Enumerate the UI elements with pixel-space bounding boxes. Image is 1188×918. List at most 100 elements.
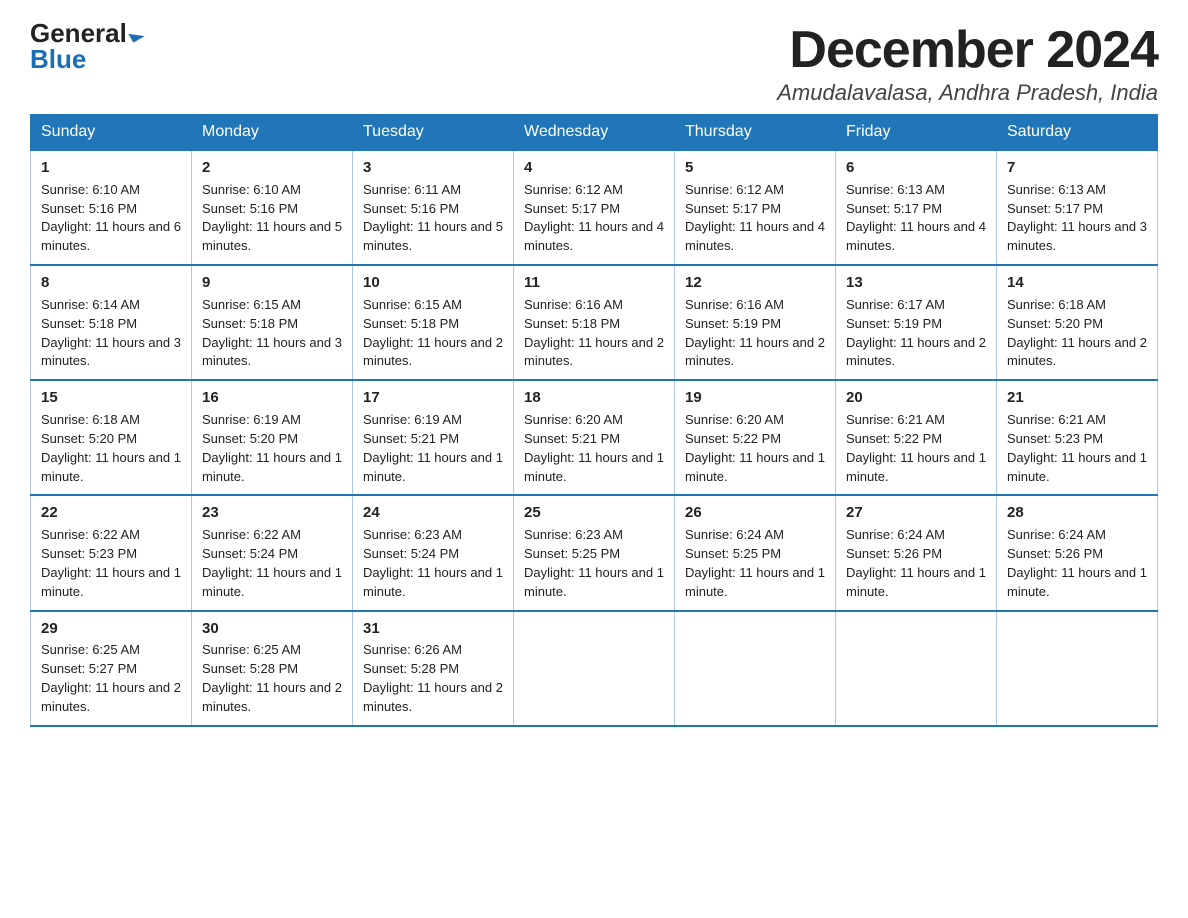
calendar-week-row: 22 Sunrise: 6:22 AM Sunset: 5:23 PM Dayl…	[31, 495, 1158, 610]
sunset-text: Sunset: 5:23 PM	[1007, 431, 1103, 446]
day-number: 20	[846, 387, 986, 409]
sunrise-text: Sunrise: 6:24 AM	[1007, 527, 1106, 542]
calendar-cell	[836, 611, 997, 726]
sunset-text: Sunset: 5:21 PM	[524, 431, 620, 446]
calendar-header-sunday: Sunday	[31, 115, 192, 151]
sunrise-text: Sunrise: 6:10 AM	[41, 182, 140, 197]
sunrise-text: Sunrise: 6:22 AM	[41, 527, 140, 542]
calendar-cell: 16 Sunrise: 6:19 AM Sunset: 5:20 PM Dayl…	[192, 380, 353, 495]
calendar-cell	[675, 611, 836, 726]
sunrise-text: Sunrise: 6:17 AM	[846, 297, 945, 312]
sunset-text: Sunset: 5:23 PM	[41, 546, 137, 561]
calendar-cell: 17 Sunrise: 6:19 AM Sunset: 5:21 PM Dayl…	[353, 380, 514, 495]
daylight-text: Daylight: 11 hours and 1 minute.	[685, 565, 825, 599]
day-number: 6	[846, 157, 986, 179]
calendar-cell: 11 Sunrise: 6:16 AM Sunset: 5:18 PM Dayl…	[514, 265, 675, 380]
calendar-header-tuesday: Tuesday	[353, 115, 514, 151]
sunrise-text: Sunrise: 6:25 AM	[41, 642, 140, 657]
day-number: 19	[685, 387, 825, 409]
sunset-text: Sunset: 5:21 PM	[363, 431, 459, 446]
calendar-cell: 15 Sunrise: 6:18 AM Sunset: 5:20 PM Dayl…	[31, 380, 192, 495]
sunset-text: Sunset: 5:26 PM	[1007, 546, 1103, 561]
sunset-text: Sunset: 5:19 PM	[846, 316, 942, 331]
calendar-cell: 10 Sunrise: 6:15 AM Sunset: 5:18 PM Dayl…	[353, 265, 514, 380]
logo-general-text: General	[30, 20, 127, 46]
day-number: 28	[1007, 502, 1147, 524]
page-header: General Blue December 2024 Amudalavalasa…	[30, 20, 1158, 106]
sunrise-text: Sunrise: 6:25 AM	[202, 642, 301, 657]
calendar-cell: 22 Sunrise: 6:22 AM Sunset: 5:23 PM Dayl…	[31, 495, 192, 610]
sunset-text: Sunset: 5:25 PM	[524, 546, 620, 561]
sunset-text: Sunset: 5:25 PM	[685, 546, 781, 561]
sunset-text: Sunset: 5:18 PM	[202, 316, 298, 331]
sunset-text: Sunset: 5:18 PM	[363, 316, 459, 331]
sunset-text: Sunset: 5:24 PM	[202, 546, 298, 561]
calendar-cell: 18 Sunrise: 6:20 AM Sunset: 5:21 PM Dayl…	[514, 380, 675, 495]
sunrise-text: Sunrise: 6:12 AM	[524, 182, 623, 197]
sunset-text: Sunset: 5:24 PM	[363, 546, 459, 561]
daylight-text: Daylight: 11 hours and 2 minutes.	[41, 680, 181, 714]
sunrise-text: Sunrise: 6:20 AM	[685, 412, 784, 427]
calendar-header-thursday: Thursday	[675, 115, 836, 151]
day-number: 3	[363, 157, 503, 179]
daylight-text: Daylight: 11 hours and 2 minutes.	[524, 335, 664, 369]
sunset-text: Sunset: 5:17 PM	[846, 201, 942, 216]
sunrise-text: Sunrise: 6:10 AM	[202, 182, 301, 197]
day-number: 18	[524, 387, 664, 409]
sunrise-text: Sunrise: 6:22 AM	[202, 527, 301, 542]
calendar-cell: 14 Sunrise: 6:18 AM Sunset: 5:20 PM Dayl…	[997, 265, 1158, 380]
sunrise-text: Sunrise: 6:16 AM	[685, 297, 784, 312]
sunrise-text: Sunrise: 6:16 AM	[524, 297, 623, 312]
sunrise-text: Sunrise: 6:26 AM	[363, 642, 462, 657]
calendar-header-wednesday: Wednesday	[514, 115, 675, 151]
sunrise-text: Sunrise: 6:13 AM	[1007, 182, 1106, 197]
calendar-cell: 24 Sunrise: 6:23 AM Sunset: 5:24 PM Dayl…	[353, 495, 514, 610]
daylight-text: Daylight: 11 hours and 1 minute.	[363, 565, 503, 599]
calendar-cell: 26 Sunrise: 6:24 AM Sunset: 5:25 PM Dayl…	[675, 495, 836, 610]
sunrise-text: Sunrise: 6:24 AM	[846, 527, 945, 542]
sunset-text: Sunset: 5:17 PM	[524, 201, 620, 216]
day-number: 15	[41, 387, 181, 409]
sunrise-text: Sunrise: 6:15 AM	[202, 297, 301, 312]
calendar-cell: 28 Sunrise: 6:24 AM Sunset: 5:26 PM Dayl…	[997, 495, 1158, 610]
sunrise-text: Sunrise: 6:15 AM	[363, 297, 462, 312]
daylight-text: Daylight: 11 hours and 1 minute.	[41, 565, 181, 599]
day-number: 23	[202, 502, 342, 524]
sunset-text: Sunset: 5:17 PM	[685, 201, 781, 216]
daylight-text: Daylight: 11 hours and 2 minutes.	[202, 680, 342, 714]
sunrise-text: Sunrise: 6:12 AM	[685, 182, 784, 197]
calendar-cell: 2 Sunrise: 6:10 AM Sunset: 5:16 PM Dayli…	[192, 150, 353, 265]
calendar-header-friday: Friday	[836, 115, 997, 151]
calendar-cell	[514, 611, 675, 726]
calendar-cell	[997, 611, 1158, 726]
day-number: 21	[1007, 387, 1147, 409]
daylight-text: Daylight: 11 hours and 4 minutes.	[524, 219, 664, 253]
calendar-cell: 13 Sunrise: 6:17 AM Sunset: 5:19 PM Dayl…	[836, 265, 997, 380]
day-number: 7	[1007, 157, 1147, 179]
calendar-cell: 4 Sunrise: 6:12 AM Sunset: 5:17 PM Dayli…	[514, 150, 675, 265]
daylight-text: Daylight: 11 hours and 1 minute.	[202, 565, 342, 599]
day-number: 29	[41, 618, 181, 640]
day-number: 31	[363, 618, 503, 640]
calendar-cell: 9 Sunrise: 6:15 AM Sunset: 5:18 PM Dayli…	[192, 265, 353, 380]
sunrise-text: Sunrise: 6:20 AM	[524, 412, 623, 427]
calendar-week-row: 15 Sunrise: 6:18 AM Sunset: 5:20 PM Dayl…	[31, 380, 1158, 495]
sunset-text: Sunset: 5:28 PM	[363, 661, 459, 676]
day-number: 27	[846, 502, 986, 524]
day-number: 4	[524, 157, 664, 179]
calendar-cell: 29 Sunrise: 6:25 AM Sunset: 5:27 PM Dayl…	[31, 611, 192, 726]
day-number: 25	[524, 502, 664, 524]
daylight-text: Daylight: 11 hours and 4 minutes.	[685, 219, 825, 253]
calendar-cell: 8 Sunrise: 6:14 AM Sunset: 5:18 PM Dayli…	[31, 265, 192, 380]
location-title: Amudalavalasa, Andhra Pradesh, India	[777, 80, 1158, 106]
sunrise-text: Sunrise: 6:19 AM	[202, 412, 301, 427]
calendar-week-row: 8 Sunrise: 6:14 AM Sunset: 5:18 PM Dayli…	[31, 265, 1158, 380]
calendar-week-row: 1 Sunrise: 6:10 AM Sunset: 5:16 PM Dayli…	[31, 150, 1158, 265]
calendar-cell: 1 Sunrise: 6:10 AM Sunset: 5:16 PM Dayli…	[31, 150, 192, 265]
title-block: December 2024 Amudalavalasa, Andhra Prad…	[777, 20, 1158, 106]
logo-blue-text: Blue	[30, 46, 86, 72]
logo: General Blue	[30, 20, 143, 72]
sunrise-text: Sunrise: 6:23 AM	[524, 527, 623, 542]
calendar-table: SundayMondayTuesdayWednesdayThursdayFrid…	[30, 114, 1158, 727]
sunset-text: Sunset: 5:22 PM	[846, 431, 942, 446]
